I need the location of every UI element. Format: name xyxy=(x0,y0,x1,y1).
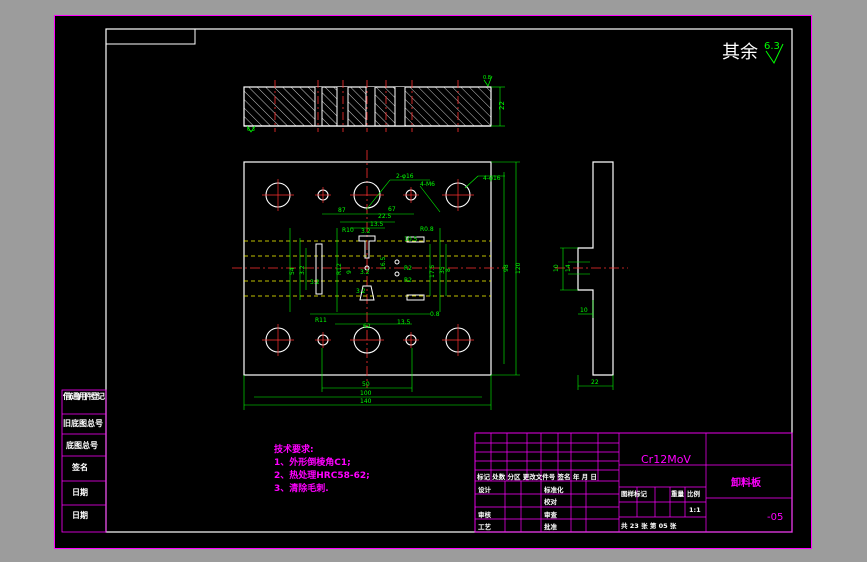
dim-98: 98 xyxy=(503,264,510,272)
tb-scale-value: 1:1 xyxy=(689,506,701,514)
dim-140: 140 xyxy=(360,398,372,405)
dim-100: 100 xyxy=(360,390,372,397)
dim-3-2-a: 3.2 xyxy=(361,228,371,235)
dim-50: 50 xyxy=(362,381,370,388)
top-view-roughness-right: 0.8 xyxy=(483,75,491,81)
tb-scale-label: 比例 xyxy=(687,489,701,498)
dim-hole-callout-3: 4-φ16 xyxy=(483,175,501,182)
tb-check: 审查 xyxy=(544,510,558,519)
dim-22-5: 22.5 xyxy=(378,213,392,220)
dim-3-2-d: 3.2 xyxy=(360,269,370,276)
tb-weight: 重量 xyxy=(671,489,685,498)
dim-8: 8 xyxy=(445,268,452,272)
tech-title: 技术要求: xyxy=(274,443,314,455)
roughness-prefix: 其余 xyxy=(722,42,758,63)
strip-cell-3: 底图总号 xyxy=(65,440,98,450)
strip-cell-1: 借(通)用件登记 xyxy=(62,391,105,401)
dim-13-5-bot: 13.5 xyxy=(397,319,411,326)
dim-r0-8: R0.8 xyxy=(420,226,434,233)
strip-cell-5: 日期 xyxy=(72,487,88,497)
tech-item-1: 1、外形倒棱角C1; xyxy=(274,456,351,468)
dim-120: 120 xyxy=(515,262,522,274)
tech-item-2: 2、热处理HRC58-62; xyxy=(274,469,370,481)
dim-r2-b: R2 xyxy=(404,277,412,284)
dim-0-8: 0.8 xyxy=(430,311,440,318)
dim-hole-callout-1: 2-φ16 xyxy=(396,173,414,180)
strip-cell-2: 旧底图总号 xyxy=(63,418,103,428)
tb-approve: 批准 xyxy=(544,522,558,531)
tech-item-3: 3、清除毛刺. xyxy=(274,482,329,494)
tb-drawing-no: -05 xyxy=(767,512,783,523)
dim-r2: R2 xyxy=(404,265,412,272)
dim-3-2-e: 3.2 xyxy=(356,288,366,295)
side-dim-10-b: 10 xyxy=(580,307,588,314)
tb-proofread: 校对 xyxy=(544,497,558,506)
side-dim-22: 22 xyxy=(591,379,599,386)
dim-r10: R10 xyxy=(342,227,354,234)
cad-drawing-canvas: 其余 6.3 22 0.8 6.3 2-φ16 4-M6 4-φ16 87 67… xyxy=(54,15,812,549)
dim-16-5: 16.5 xyxy=(380,256,387,270)
dim-62: 62 xyxy=(363,323,371,330)
tb-drawing-mark: 图样标记 xyxy=(621,489,648,498)
strip-cell-6: 日期 xyxy=(72,510,88,520)
tb-sheet-info: 共 23 张 第 05 张 xyxy=(621,521,677,530)
tb-material: Cr12MoV xyxy=(641,453,691,466)
dim-r11: R11 xyxy=(315,317,327,324)
roughness-value: 6.3 xyxy=(764,41,780,52)
dim-3-2-b: 3.2 xyxy=(299,265,306,275)
dim-9: 9 xyxy=(346,270,353,274)
dim-hole-callout-2: 4-M6 xyxy=(420,181,435,188)
dim-17-5: 17.5 xyxy=(429,264,436,278)
top-view-roughness-left: 6.3 xyxy=(247,127,255,133)
dim-54: 54 xyxy=(289,267,296,275)
side-dim-10: 10 xyxy=(553,264,560,272)
dim-13-5-top: 13.5 xyxy=(370,221,384,228)
dim-r12: R12 xyxy=(336,263,343,275)
dim-87: 87 xyxy=(338,207,346,214)
top-view-thickness: 22 xyxy=(498,101,506,110)
tb-part-name: 卸料板 xyxy=(731,476,762,489)
dim-3-2-c: 3.2 xyxy=(310,279,320,286)
tb-rev-headers: 标记 处数 分区 更改文件号 签名 年 月 日 xyxy=(476,472,597,481)
tb-standard: 标准化 xyxy=(543,485,564,494)
side-dim-14: 14 xyxy=(565,264,572,272)
dim-10-5: 10.5 xyxy=(404,236,418,243)
strip-cell-4: 签名 xyxy=(71,462,88,472)
tb-review: 审核 xyxy=(478,510,492,519)
tb-process: 工艺 xyxy=(478,522,492,531)
tb-design: 设计 xyxy=(478,485,492,494)
dim-67: 67 xyxy=(388,206,396,213)
